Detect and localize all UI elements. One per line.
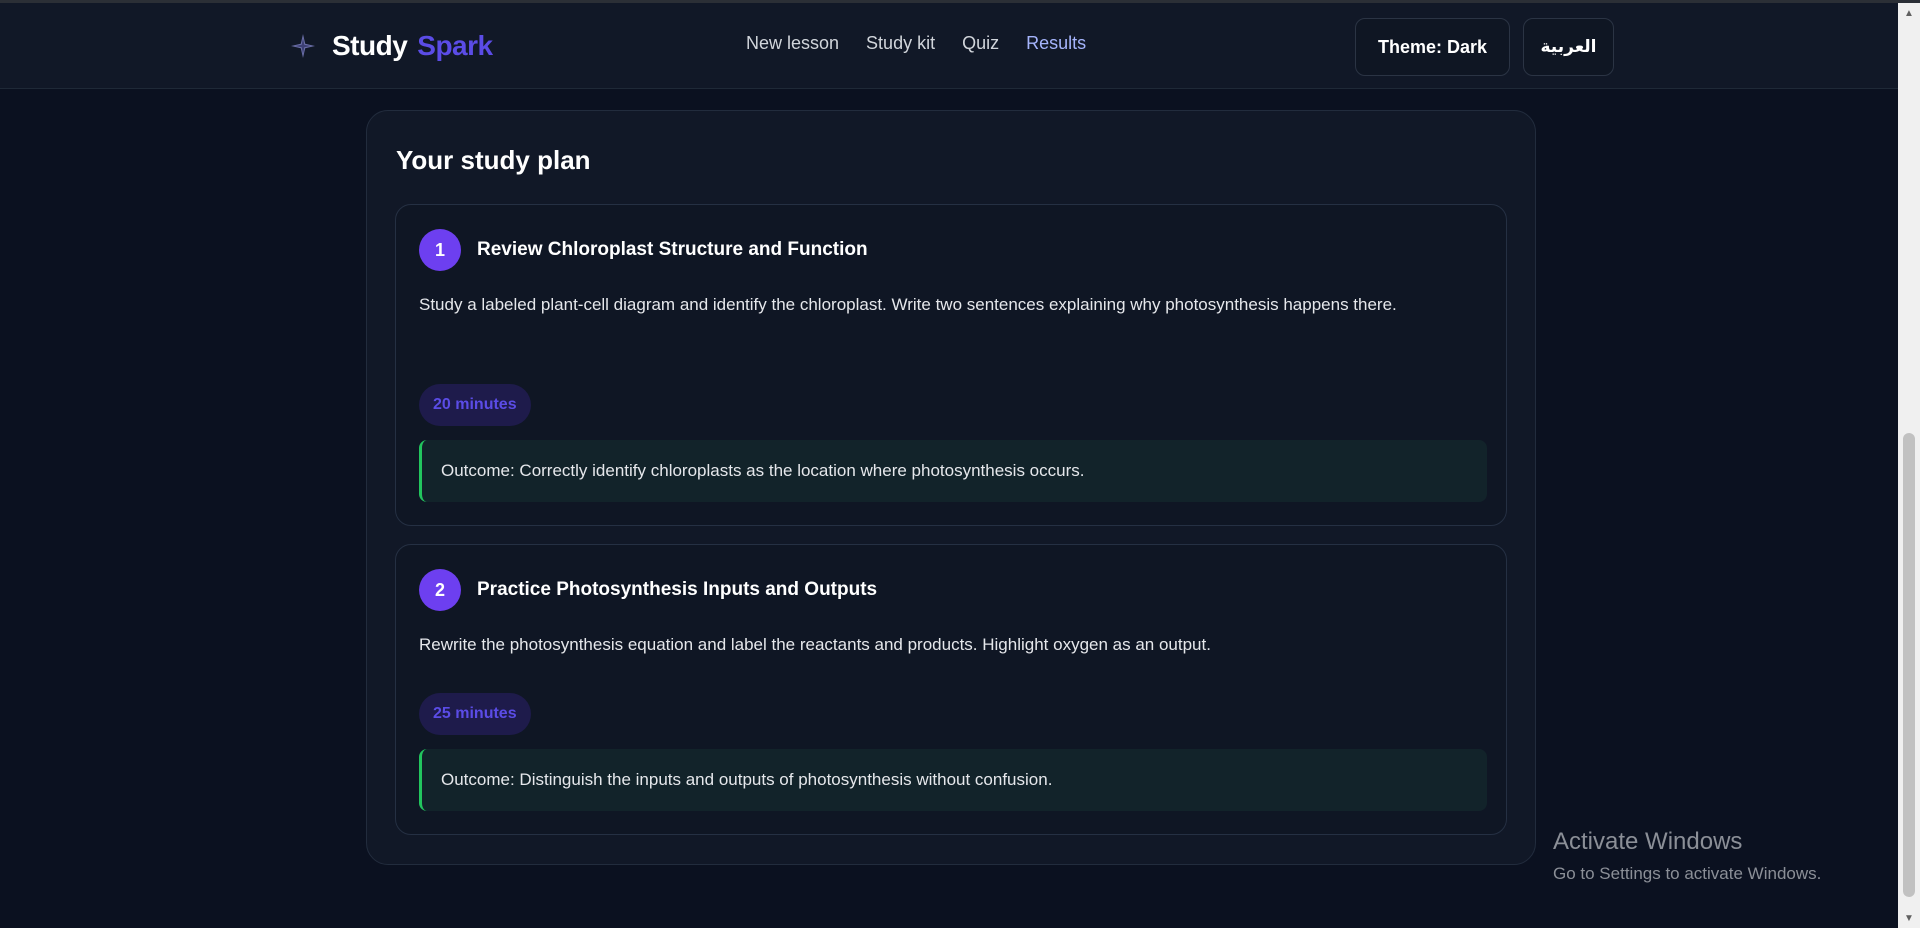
step-title: Practice Photosynthesis Inputs and Outpu… (477, 579, 878, 600)
step-description: Study a labeled plant-cell diagram and i… (419, 295, 1397, 314)
scroll-up-arrow-icon[interactable]: ▲ (1898, 3, 1920, 23)
watermark-title: Activate Windows (1553, 828, 1743, 855)
study-step-card: 2 Practice Photosynthesis Inputs and Out… (395, 544, 1507, 835)
page-title: Your study plan (396, 145, 591, 175)
windows-activation-watermark: Activate Windows Go to Settings to activ… (1553, 828, 1821, 884)
top-navbar: Study Spark New lesson Study kit Quiz Re… (0, 3, 1898, 89)
step-number-badge: 1 (419, 229, 461, 271)
step-outcome: Outcome: Distinguish the inputs and outp… (419, 749, 1487, 811)
sparkle-icon (291, 34, 315, 58)
study-step-card: 1 Review Chloroplast Structure and Funct… (395, 204, 1507, 526)
nav-link-study-kit[interactable]: Study kit (866, 33, 935, 54)
duration-badge: 20 minutes (419, 384, 531, 426)
step-number-badge: 2 (419, 569, 461, 611)
study-plan-card: Your study plan 1 Review Chloroplast Str… (366, 110, 1536, 865)
scrollbar-thumb[interactable] (1903, 433, 1915, 897)
step-outcome: Outcome: Correctly identify chloroplasts… (419, 440, 1487, 502)
nav-link-quiz[interactable]: Quiz (962, 33, 999, 54)
duration-badge: 25 minutes (419, 693, 531, 735)
scroll-down-arrow-icon[interactable]: ▼ (1898, 908, 1920, 928)
brand-name-study: Study (332, 30, 408, 61)
nav-link-new-lesson[interactable]: New lesson (746, 33, 839, 54)
theme-toggle-button[interactable]: Theme: Dark (1355, 18, 1510, 76)
watermark-subtitle: Go to Settings to activate Windows. (1553, 864, 1822, 883)
nav-link-results[interactable]: Results (1026, 33, 1086, 54)
language-switch-button[interactable]: العربية (1523, 18, 1614, 76)
step-title: Review Chloroplast Structure and Functio… (477, 239, 868, 260)
vertical-scrollbar[interactable]: ▲ ▼ (1898, 3, 1920, 928)
step-description: Rewrite the photosynthesis equation and … (419, 635, 1211, 654)
brand-name-spark: Spark (417, 30, 493, 61)
main-nav: New lesson Study kit Quiz Results (746, 33, 1086, 54)
brand-logo[interactable]: Study Spark (290, 30, 493, 62)
